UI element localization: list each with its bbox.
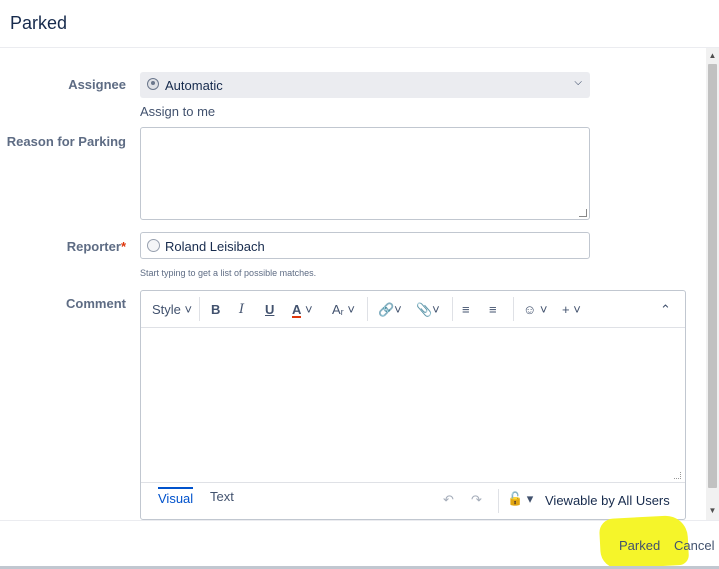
insert-more-icon[interactable]: + ˅	[562, 302, 581, 317]
numbered-list-icon[interactable]: ≡	[489, 302, 497, 317]
dialog-header: Parked	[0, 0, 719, 48]
text-format-icon[interactable]: Aᵣ ˅	[332, 302, 355, 317]
dialog-title: Parked	[10, 13, 68, 33]
scroll-down-icon[interactable]: ▼	[708, 506, 717, 516]
tab-visual[interactable]: Visual	[158, 487, 194, 512]
parked-dialog: Parked Assignee Automatic ⌵ Assign to me…	[0, 0, 719, 569]
style-dropdown[interactable]: Style ˅	[152, 302, 192, 317]
reason-textarea[interactable]	[140, 127, 590, 220]
visibility-label[interactable]: Viewable by All Users	[545, 493, 670, 508]
scrollbar[interactable]: ▲ ▼	[706, 48, 719, 520]
user-icon	[147, 78, 159, 90]
attachment-icon[interactable]: 📎˅	[416, 302, 440, 318]
redo-icon[interactable]: ↷	[471, 492, 482, 508]
assignee-select[interactable]: Automatic ⌵	[140, 72, 590, 98]
editor-footer: Visual Text ↶ ↷ 🔓 ▾ Viewable by All User…	[141, 483, 685, 519]
parked-button[interactable]: Parked	[619, 538, 660, 553]
link-icon[interactable]: 🔗˅	[378, 302, 402, 318]
collapse-toolbar-icon[interactable]: ⌃	[660, 302, 671, 318]
underline-button[interactable]: U	[265, 302, 274, 317]
resize-grip-icon[interactable]	[579, 209, 587, 217]
resize-grip-icon[interactable]	[674, 472, 681, 479]
chevron-down-icon: ⌵	[574, 77, 582, 88]
reporter-value: Roland Leisibach	[165, 239, 265, 254]
reporter-field[interactable]: Roland Leisibach	[140, 232, 590, 259]
editor-toolbar: Style ˅ B I U A ˅ Aᵣ ˅ 🔗˅ 📎˅ ≡ ≡ ☺ ˅ + ˅…	[141, 291, 685, 328]
footer-divider	[498, 489, 499, 513]
text-color-button[interactable]: A ˅	[292, 302, 313, 318]
scroll-up-icon[interactable]: ▲	[708, 51, 717, 61]
dialog-body: Assignee Automatic ⌵ Assign to me Reason…	[0, 48, 706, 520]
italic-button[interactable]: I	[239, 302, 244, 317]
comment-editor: Style ˅ B I U A ˅ Aᵣ ˅ 🔗˅ 📎˅ ≡ ≡ ☺ ˅ + ˅…	[140, 290, 686, 520]
emoji-icon[interactable]: ☺ ˅	[523, 302, 547, 317]
comment-input[interactable]	[141, 328, 685, 483]
bullet-list-icon[interactable]: ≡	[462, 302, 470, 317]
comment-label: Comment	[66, 296, 126, 311]
reporter-label: Reporter*	[66, 239, 126, 254]
toolbar-divider	[367, 297, 368, 321]
toolbar-divider	[513, 297, 514, 321]
reason-label: Reason for Parking	[6, 134, 126, 149]
avatar-icon	[147, 239, 160, 252]
assignee-label: Assignee	[68, 77, 126, 92]
cancel-button[interactable]: Cancel	[674, 538, 714, 553]
lock-icon[interactable]: 🔓 ▾	[507, 491, 533, 507]
required-marker: *	[120, 239, 126, 254]
assign-to-me-link[interactable]: Assign to me	[140, 104, 215, 119]
toolbar-divider	[199, 297, 200, 321]
scroll-thumb[interactable]	[708, 64, 717, 488]
undo-icon[interactable]: ↶	[443, 492, 454, 508]
reporter-hint: Start typing to get a list of possible m…	[140, 268, 317, 278]
tab-text[interactable]: Text	[210, 489, 234, 504]
bold-button[interactable]: B	[211, 302, 220, 317]
assignee-value: Automatic	[165, 78, 223, 93]
toolbar-divider	[452, 297, 453, 321]
